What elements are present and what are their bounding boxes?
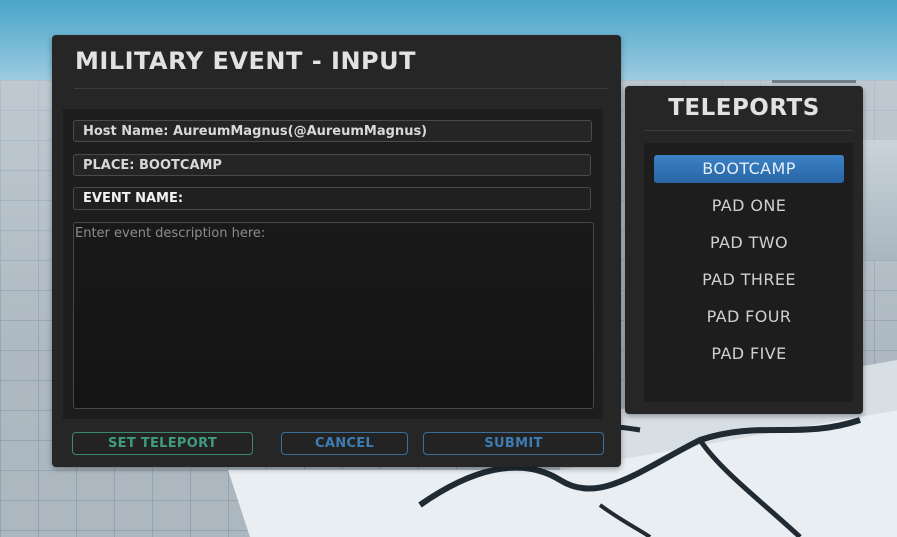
teleport-item-pad-one[interactable]: PAD ONE — [654, 192, 844, 220]
teleport-list: BOOTCAMP PAD ONE PAD TWO PAD THREE PAD F… — [644, 143, 853, 402]
teleport-item-pad-four[interactable]: PAD FOUR — [654, 303, 844, 331]
teleport-item-bootcamp[interactable]: BOOTCAMP — [654, 155, 844, 183]
teleport-item-pad-three[interactable]: PAD THREE — [654, 266, 844, 294]
cancel-button[interactable]: CANCEL — [281, 432, 408, 455]
teleport-item-pad-five[interactable]: PAD FIVE — [654, 340, 844, 368]
teleports-title: TELEPORTS — [668, 95, 820, 121]
event-name-input[interactable]: EVENT NAME: — [73, 187, 591, 210]
teleports-panel: TELEPORTS BOOTCAMP PAD ONE PAD TWO PAD T… — [625, 86, 863, 414]
event-form: Host Name: AureumMagnus(@AureumMagnus) P… — [63, 109, 603, 419]
teleport-item-pad-two[interactable]: PAD TWO — [654, 229, 844, 257]
host-name-field: Host Name: AureumMagnus(@AureumMagnus) — [73, 120, 592, 142]
military-event-input-panel: MILITARY EVENT - INPUT Host Name: Aureum… — [52, 35, 621, 467]
event-description-textarea[interactable]: Enter event description here: — [73, 222, 594, 409]
place-field: PLACE: BOOTCAMP — [73, 154, 591, 176]
submit-button[interactable]: SUBMIT — [423, 432, 604, 455]
panel-title: MILITARY EVENT - INPUT — [75, 47, 416, 75]
title-divider — [74, 88, 608, 89]
teleports-divider — [644, 130, 853, 131]
set-teleport-button[interactable]: SET TELEPORT — [72, 432, 253, 455]
